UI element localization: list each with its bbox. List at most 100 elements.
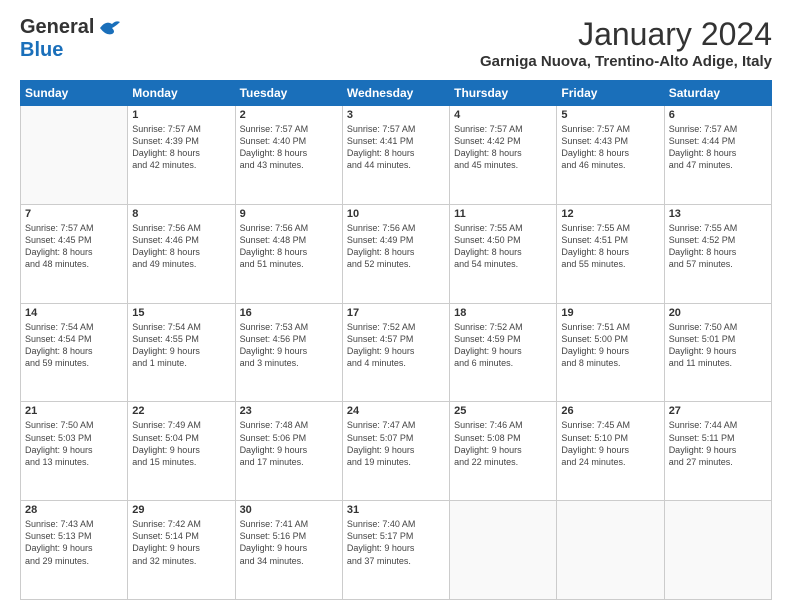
day-number: 6 [669, 109, 767, 121]
day-number: 17 [347, 307, 445, 319]
day-info: Sunrise: 7:41 AMSunset: 5:16 PMDaylight:… [240, 518, 338, 567]
day-info: Sunrise: 7:56 AMSunset: 4:48 PMDaylight:… [240, 222, 338, 271]
calendar-cell: 24 Sunrise: 7:47 AMSunset: 5:07 PMDayligh… [342, 402, 449, 501]
calendar-week-row: 28 Sunrise: 7:43 AMSunset: 5:13 PMDayligh… [21, 501, 772, 600]
day-number: 28 [25, 504, 123, 516]
day-number: 9 [240, 208, 338, 220]
day-info: Sunrise: 7:50 AMSunset: 5:01 PMDaylight:… [669, 321, 767, 370]
calendar-cell: 1 Sunrise: 7:57 AMSunset: 4:39 PMDaylight… [128, 106, 235, 205]
calendar-cell: 18Sunrise: 7:52 AMSunset: 4:59 PMDayligh… [450, 303, 557, 402]
day-number: 16 [240, 307, 338, 319]
calendar-cell: 25 Sunrise: 7:46 AMSunset: 5:08 PMDayligh… [450, 402, 557, 501]
calendar-cell: 19Sunrise: 7:51 AMSunset: 5:00 PMDayligh… [557, 303, 664, 402]
calendar-weekday-header: Wednesday [342, 81, 449, 106]
day-info: Sunrise: 7:55 AMSunset: 4:50 PMDaylight:… [454, 222, 552, 271]
day-info: Sunrise: 7:50 AMSunset: 5:03 PMDaylight:… [25, 419, 123, 468]
calendar-cell: 29 Sunrise: 7:42 AMSunset: 5:14 PMDayligh… [128, 501, 235, 600]
day-number: 27 [669, 405, 767, 417]
day-info: Sunrise: 7:57 AMSunset: 4:39 PMDaylight:… [132, 123, 230, 172]
day-info: Sunrise: 7:49 AMSunset: 5:04 PMDaylight:… [132, 419, 230, 468]
calendar-cell: 26 Sunrise: 7:45 AMSunset: 5:10 PMDayligh… [557, 402, 664, 501]
day-number: 11 [454, 208, 552, 220]
calendar-cell: 11 Sunrise: 7:55 AMSunset: 4:50 PMDayligh… [450, 204, 557, 303]
day-number: 13 [669, 208, 767, 220]
month-title: January 2024 [480, 16, 772, 53]
day-number: 29 [132, 504, 230, 516]
day-info: Sunrise: 7:43 AMSunset: 5:13 PMDaylight:… [25, 518, 123, 567]
calendar-table: SundayMondayTuesdayWednesdayThursdayFrid… [20, 80, 772, 600]
calendar-header-row: SundayMondayTuesdayWednesdayThursdayFrid… [21, 81, 772, 106]
calendar-cell: 6 Sunrise: 7:57 AMSunset: 4:44 PMDaylight… [664, 106, 771, 205]
day-number: 31 [347, 504, 445, 516]
calendar-cell [450, 501, 557, 600]
logo: General Blue [20, 16, 120, 62]
day-info: Sunrise: 7:55 AMSunset: 4:51 PMDaylight:… [561, 222, 659, 271]
calendar-cell: 17 Sunrise: 7:52 AMSunset: 4:57 PMDayligh… [342, 303, 449, 402]
calendar-cell: 30 Sunrise: 7:41 AMSunset: 5:16 PMDayligh… [235, 501, 342, 600]
day-number: 26 [561, 405, 659, 417]
day-number: 23 [240, 405, 338, 417]
logo-bird-icon [98, 18, 120, 38]
day-number: 3 [347, 109, 445, 121]
day-number: 24 [347, 405, 445, 417]
day-number: 20 [669, 307, 767, 319]
calendar-cell: 21 Sunrise: 7:50 AMSunset: 5:03 PMDayligh… [21, 402, 128, 501]
calendar-week-row: 14 Sunrise: 7:54 AMSunset: 4:54 PMDayligh… [21, 303, 772, 402]
day-info: Sunrise: 7:57 AMSunset: 4:41 PMDaylight:… [347, 123, 445, 172]
calendar-week-row: 21 Sunrise: 7:50 AMSunset: 5:03 PMDayligh… [21, 402, 772, 501]
calendar-cell: 22 Sunrise: 7:49 AMSunset: 5:04 PMDayligh… [128, 402, 235, 501]
day-number: 15 [132, 307, 230, 319]
day-info: Sunrise: 7:47 AMSunset: 5:07 PMDaylight:… [347, 419, 445, 468]
day-number: 14 [25, 307, 123, 319]
calendar-cell [21, 106, 128, 205]
calendar-weekday-header: Friday [557, 81, 664, 106]
day-number: 1 [132, 109, 230, 121]
day-number: 4 [454, 109, 552, 121]
calendar-cell: 31 Sunrise: 7:40 AMSunset: 5:17 PMDayligh… [342, 501, 449, 600]
day-info: Sunrise: 7:52 AMSunset: 4:57 PMDaylight:… [347, 321, 445, 370]
day-info: Sunrise: 7:57 AMSunset: 4:45 PMDaylight:… [25, 222, 123, 271]
calendar-week-row: 1 Sunrise: 7:57 AMSunset: 4:39 PMDaylight… [21, 106, 772, 205]
calendar-cell: 15 Sunrise: 7:54 AMSunset: 4:55 PMDayligh… [128, 303, 235, 402]
day-info: Sunrise: 7:40 AMSunset: 5:17 PMDaylight:… [347, 518, 445, 567]
calendar-cell [664, 501, 771, 600]
calendar-cell: 9 Sunrise: 7:56 AMSunset: 4:48 PMDaylight… [235, 204, 342, 303]
day-number: 21 [25, 405, 123, 417]
day-info: Sunrise: 7:57 AMSunset: 4:43 PMDaylight:… [561, 123, 659, 172]
calendar-weekday-header: Tuesday [235, 81, 342, 106]
calendar-weekday-header: Thursday [450, 81, 557, 106]
calendar-weekday-header: Saturday [664, 81, 771, 106]
calendar-cell: 16 Sunrise: 7:53 AMSunset: 4:56 PMDayligh… [235, 303, 342, 402]
calendar-cell: 4Sunrise: 7:57 AMSunset: 4:42 PMDaylight… [450, 106, 557, 205]
logo-general-text: General [20, 16, 94, 39]
day-info: Sunrise: 7:57 AMSunset: 4:40 PMDaylight:… [240, 123, 338, 172]
calendar-cell: 20 Sunrise: 7:50 AMSunset: 5:01 PMDayligh… [664, 303, 771, 402]
calendar-cell [557, 501, 664, 600]
day-number: 25 [454, 405, 552, 417]
day-number: 22 [132, 405, 230, 417]
day-number: 2 [240, 109, 338, 121]
logo-blue-text: Blue [20, 39, 63, 61]
day-info: Sunrise: 7:42 AMSunset: 5:14 PMDaylight:… [132, 518, 230, 567]
day-info: Sunrise: 7:44 AMSunset: 5:11 PMDaylight:… [669, 419, 767, 468]
day-number: 30 [240, 504, 338, 516]
day-number: 7 [25, 208, 123, 220]
day-info: Sunrise: 7:45 AMSunset: 5:10 PMDaylight:… [561, 419, 659, 468]
calendar-week-row: 7 Sunrise: 7:57 AMSunset: 4:45 PMDaylight… [21, 204, 772, 303]
day-info: Sunrise: 7:53 AMSunset: 4:56 PMDaylight:… [240, 321, 338, 370]
header: General Blue January 2024 Garniga Nuova,… [20, 16, 772, 70]
calendar-cell: 5Sunrise: 7:57 AMSunset: 4:43 PMDaylight… [557, 106, 664, 205]
day-number: 12 [561, 208, 659, 220]
day-info: Sunrise: 7:54 AMSunset: 4:55 PMDaylight:… [132, 321, 230, 370]
page: General Blue January 2024 Garniga Nuova,… [0, 0, 792, 612]
day-number: 19 [561, 307, 659, 319]
calendar-cell: 23Sunrise: 7:48 AMSunset: 5:06 PMDayligh… [235, 402, 342, 501]
day-number: 10 [347, 208, 445, 220]
day-info: Sunrise: 7:57 AMSunset: 4:44 PMDaylight:… [669, 123, 767, 172]
title-block: January 2024 Garniga Nuova, Trentino-Alt… [480, 16, 772, 70]
day-info: Sunrise: 7:46 AMSunset: 5:08 PMDaylight:… [454, 419, 552, 468]
calendar-cell: 12 Sunrise: 7:55 AMSunset: 4:51 PMDayligh… [557, 204, 664, 303]
day-info: Sunrise: 7:54 AMSunset: 4:54 PMDaylight:… [25, 321, 123, 370]
calendar-cell: 2 Sunrise: 7:57 AMSunset: 4:40 PMDaylight… [235, 106, 342, 205]
day-number: 8 [132, 208, 230, 220]
